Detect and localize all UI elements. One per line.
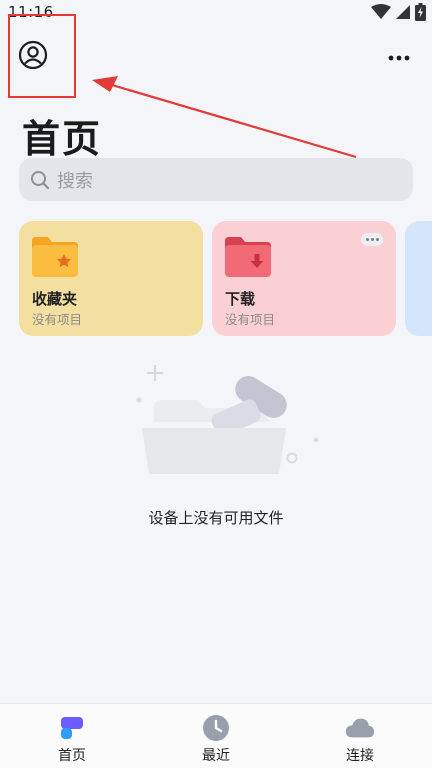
bottom-nav: 首页 最近 连接 (0, 703, 432, 768)
nav-label-recent: 最近 (202, 748, 230, 764)
search-placeholder: 搜索 (57, 170, 93, 192)
empty-state-message: 设备上没有可用文件 (148, 509, 284, 527)
home-icon (57, 714, 87, 742)
downloads-card[interactable]: 下载 没有项目 (212, 221, 396, 336)
search-icon (29, 169, 51, 191)
nav-item-home[interactable]: 首页 (22, 704, 122, 768)
cloud-icon (345, 714, 375, 742)
files-home-screen: 11:16 首页 搜索 收藏夹 没有项目 下载 没有项目 设备上没有可用文件 首… (0, 0, 432, 768)
more-dot (365, 238, 369, 241)
downloads-card-title: 下载 (225, 290, 256, 308)
downloads-card-more-button[interactable] (361, 233, 383, 246)
search-input[interactable]: 搜索 (19, 158, 413, 201)
nav-item-connect[interactable]: 连接 (310, 704, 410, 768)
status-icons (371, 3, 426, 25)
downloads-folder-icon (223, 235, 273, 279)
battery-charging-icon (415, 3, 426, 25)
more-horizontal-icon (388, 46, 410, 65)
more-dot (370, 238, 374, 241)
clock-icon (201, 714, 231, 742)
favorites-card[interactable]: 收藏夹 没有项目 (19, 221, 203, 336)
profile-button[interactable] (16, 40, 50, 74)
favorites-card-subtitle: 没有项目 (32, 312, 83, 327)
nav-item-recent[interactable]: 最近 (166, 704, 266, 768)
person-circle-icon (18, 40, 48, 74)
status-bar-divider (8, 18, 52, 24)
status-bar: 11:16 (0, 0, 432, 28)
nav-label-connect: 连接 (346, 748, 374, 764)
favorites-card-title: 收藏夹 (32, 290, 78, 308)
empty-folder-illustration (136, 365, 319, 474)
wifi-icon (371, 4, 391, 24)
page-title: 首页 (22, 117, 103, 161)
signal-icon (395, 4, 411, 24)
favorites-folder-icon (30, 235, 80, 279)
more-dot (375, 238, 379, 241)
downloads-card-subtitle: 没有项目 (225, 312, 276, 327)
more-options-button[interactable] (384, 44, 414, 66)
partial-card[interactable] (405, 221, 432, 336)
nav-label-home: 首页 (58, 748, 86, 764)
